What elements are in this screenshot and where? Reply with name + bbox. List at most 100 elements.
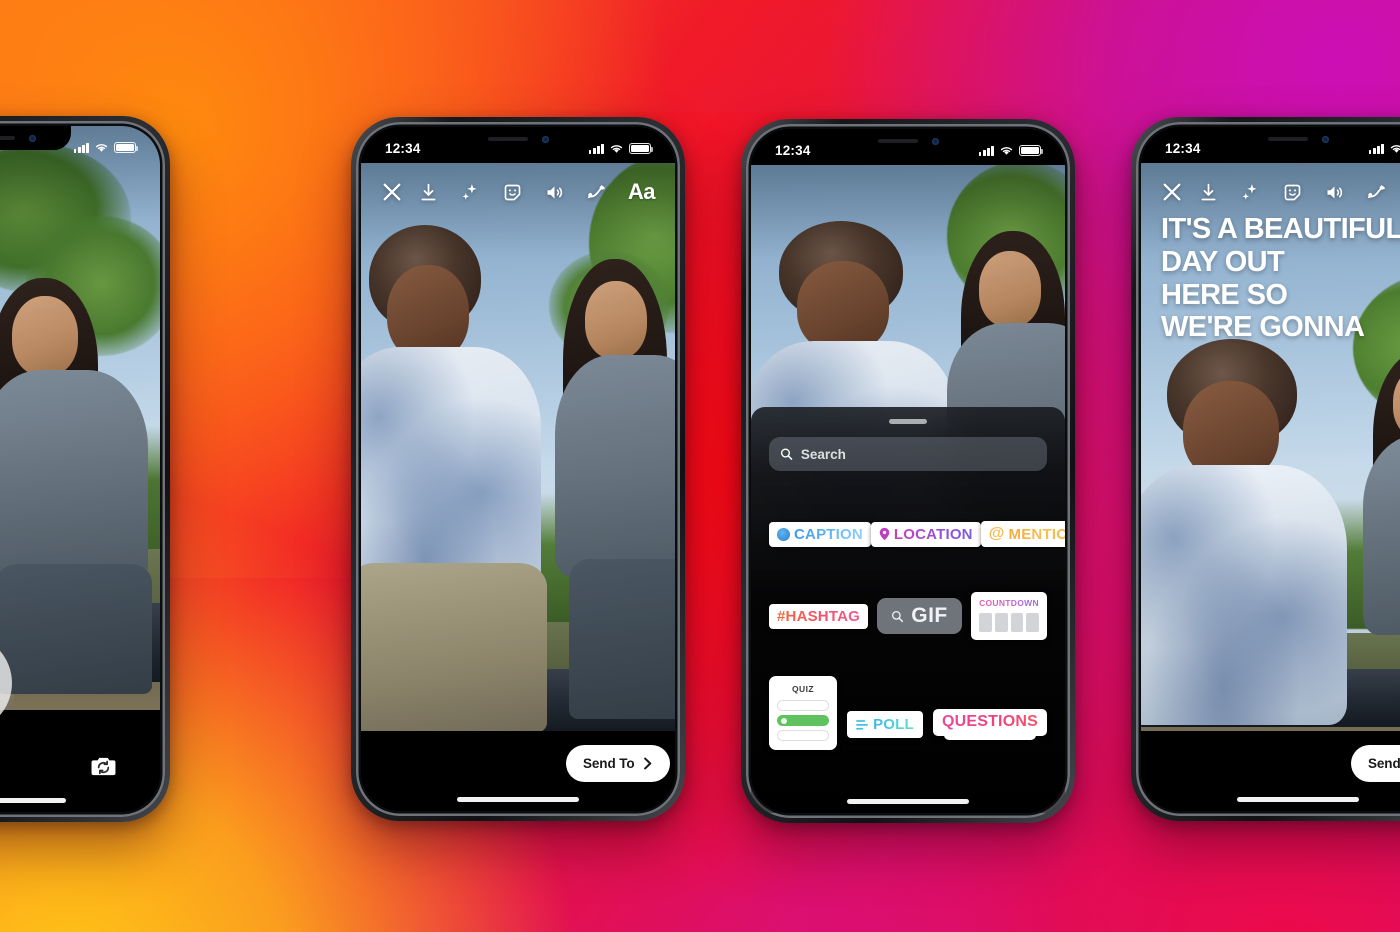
audio-icon[interactable] — [1324, 182, 1345, 203]
toolbar-icons: Aa — [418, 181, 656, 203]
photo-vignette — [361, 163, 675, 751]
wifi-icon — [1390, 145, 1400, 153]
cellular-bars-icon — [588, 143, 604, 154]
quiz-option-1 — [777, 700, 829, 711]
sticker-hashtag-label: #HASHTAG — [777, 607, 860, 625]
sticker-questions-label: QUESTIONS — [941, 713, 1038, 730]
search-icon — [780, 448, 793, 460]
draw-icon[interactable] — [1366, 182, 1387, 203]
sticker-tray-sheet: CAPTION LOCATION @ MENTION — [751, 407, 1065, 813]
download-icon[interactable] — [1198, 182, 1219, 203]
phone-2-bezel: 12:34 Aa Send To — [356, 122, 680, 816]
quiz-option-3 — [777, 730, 829, 741]
home-indicator — [847, 799, 969, 804]
record-button[interactable] — [0, 630, 16, 736]
toolbar-icons: Aa — [1198, 181, 1400, 203]
cellular-bars-icon — [978, 145, 994, 156]
notch — [0, 126, 71, 150]
sticker-poll-label: POLL — [873, 716, 914, 733]
send-to-label: Send To — [1368, 756, 1400, 771]
notch — [452, 127, 584, 151]
sticker-questions[interactable]: QUESTIONS — [932, 709, 1047, 740]
status-indicators — [978, 145, 1044, 156]
audio-icon[interactable] — [544, 182, 565, 203]
sticker-mention-label: MENTION — [1009, 526, 1065, 543]
countdown-digit-boxes — [979, 613, 1039, 632]
status-time: 12:34 — [1165, 141, 1201, 156]
sticker-caption-label: CAPTION — [794, 525, 863, 543]
sticker-quiz[interactable]: QUIZ — [769, 676, 837, 750]
sticker-poll[interactable]: POLL — [847, 711, 923, 738]
wifi-icon — [1000, 147, 1013, 155]
wifi-icon — [95, 144, 108, 152]
caption-bubble-icon — [777, 527, 790, 541]
battery-full-icon — [114, 142, 139, 153]
caption-overlay[interactable]: IT'S A BEAUTIFUL DAY OUT HERE SO WE'RE G… — [1161, 213, 1400, 344]
phone-3-sticker-tray: 12:34 Search CAPTION LOCATION @ MENTIO #… — [741, 119, 1075, 823]
earpiece-speaker — [1267, 137, 1308, 141]
close-icon[interactable] — [1161, 181, 1183, 203]
sticker-gif-label: GIF — [911, 604, 948, 627]
status-indicators — [73, 142, 139, 153]
phone-1-camera-capture: 2:34 — [0, 116, 170, 822]
search-icon — [892, 610, 904, 622]
download-icon[interactable] — [418, 182, 439, 203]
earpiece-speaker — [487, 137, 528, 141]
caption-line-2: DAY OUT — [1161, 245, 1285, 278]
phone-1-bezel: 2:34 — [0, 121, 165, 817]
sticker-mention[interactable]: @ MENTION — [980, 521, 1065, 547]
phone-1-bottom-bar — [0, 710, 160, 812]
draw-icon[interactable] — [586, 182, 607, 203]
home-indicator — [457, 797, 579, 802]
notch — [842, 129, 974, 153]
sticker-gif[interactable]: GIF — [877, 598, 962, 634]
status-indicators — [588, 143, 654, 154]
sticker-location[interactable]: LOCATION — [870, 521, 981, 547]
front-camera-icon — [541, 135, 549, 143]
sticker-countdown[interactable]: COUNTDOWN — [971, 592, 1047, 640]
send-to-button[interactable]: Send To — [566, 745, 670, 782]
sticker-caption[interactable]: CAPTION — [769, 521, 871, 547]
earpiece-speaker — [0, 136, 15, 140]
story-toolbar: Aa — [361, 169, 675, 215]
photo-vignette — [0, 126, 160, 730]
phone-4-bezel: 12:34 IT'S A BEAUTIFUL DAY OUT HERE SO W… — [1136, 122, 1400, 816]
sticker-search-bar[interactable] — [769, 437, 1047, 471]
location-pin-icon — [879, 527, 890, 541]
front-camera-icon — [931, 137, 939, 145]
send-to-button[interactable]: Send To — [1351, 745, 1400, 782]
story-toolbar: Aa — [1141, 169, 1400, 215]
sparkles-icon[interactable] — [1240, 182, 1261, 203]
sticker-quiz-label: QUIZ — [792, 684, 814, 694]
home-indicator — [1237, 797, 1359, 802]
phone-2-screen: 12:34 Aa Send To — [361, 127, 675, 811]
sheet-grabber[interactable] — [889, 419, 927, 424]
phone-2-story-preview: 12:34 Aa Send To — [351, 117, 685, 821]
poll-bars-icon — [856, 719, 869, 730]
phone-3-bezel: 12:34 Search CAPTION LOCATION @ MENTIO #… — [746, 124, 1070, 818]
quiz-option-2-selected — [777, 715, 829, 726]
cellular-bars-icon — [73, 142, 89, 153]
caption-line-1: IT'S A BEAUTIFUL — [1161, 213, 1400, 245]
caption-line-4: WE'RE GONNA — [1161, 311, 1365, 344]
story-photo — [361, 163, 675, 751]
front-camera-icon — [1321, 135, 1329, 143]
flip-camera-icon[interactable] — [90, 754, 117, 783]
camera-viewfinder — [0, 126, 160, 730]
status-indicators — [1368, 143, 1400, 154]
front-camera-icon — [28, 134, 36, 142]
wifi-icon — [610, 145, 623, 153]
at-sign-icon: @ — [988, 525, 1005, 542]
sparkles-icon[interactable] — [460, 182, 481, 203]
home-indicator — [0, 798, 66, 803]
sticker-search-input[interactable] — [800, 446, 1036, 462]
phone-1-screen: 2:34 — [0, 126, 160, 812]
caption-line-3: HERE SO — [1161, 278, 1288, 311]
sticker-icon[interactable] — [1282, 182, 1303, 203]
sticker-row-2: #HASHTAG GIF COUNTDOWN — [769, 592, 1047, 640]
sticker-icon[interactable] — [502, 182, 523, 203]
close-icon[interactable] — [381, 181, 403, 203]
text-icon[interactable]: Aa — [628, 181, 656, 203]
sticker-hashtag[interactable]: #HASHTAG — [769, 603, 868, 629]
status-time: 12:34 — [385, 141, 421, 156]
